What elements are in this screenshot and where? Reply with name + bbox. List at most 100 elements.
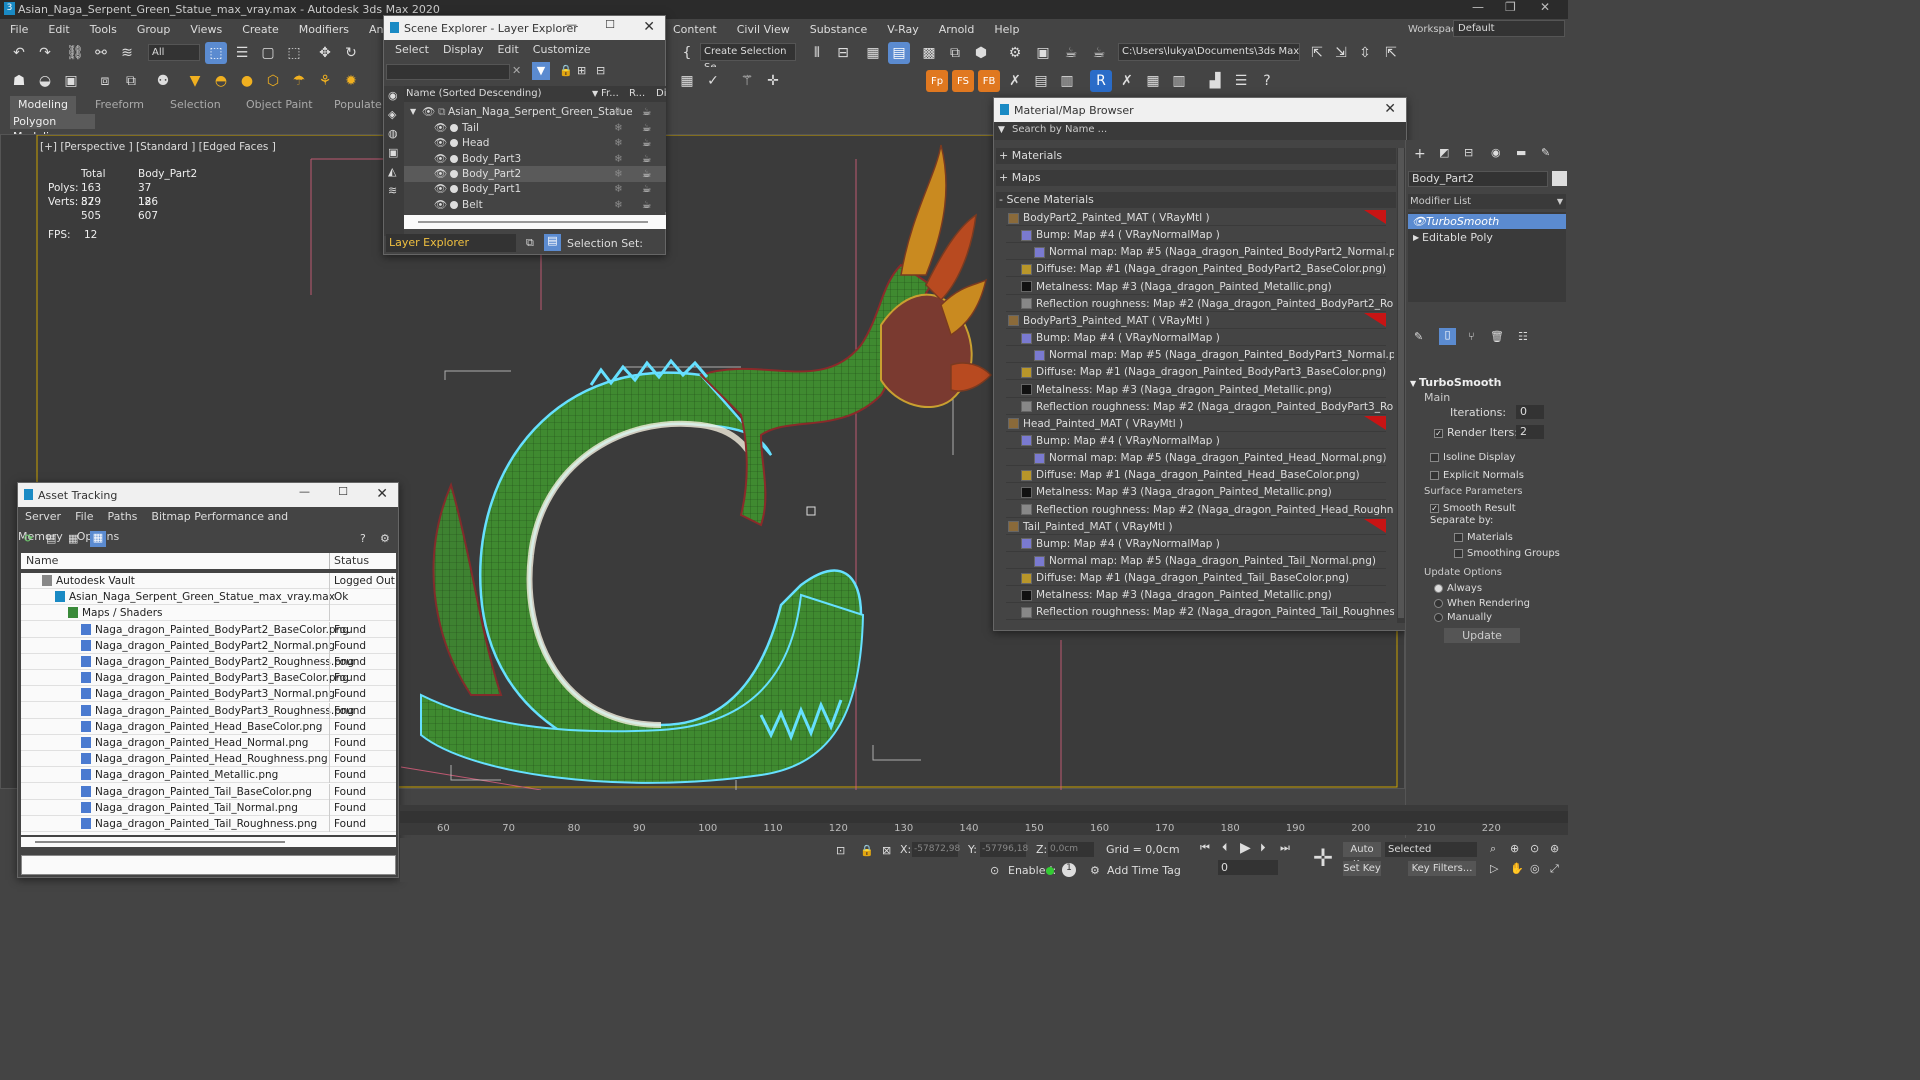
tab-object-paint[interactable]: Object Paint [246,98,313,111]
scene-explorer-titlebar[interactable]: Scene Explorer - Layer Explorer — ☐ ✕ [384,16,665,40]
chart-icon[interactable]: ▟ [1204,70,1226,92]
play-icon[interactable]: ▶ [1240,840,1251,856]
remove-modifier-icon[interactable]: 🗑 [1490,330,1504,343]
panel-icon[interactable]: ▥ [1056,70,1078,92]
panel2-icon[interactable]: ▥ [1168,70,1190,92]
x-coord-field[interactable]: -57872,98 [912,842,960,857]
help-icon[interactable]: ? [1256,70,1278,92]
render-icon[interactable]: ☕ [642,104,651,120]
object-icon[interactable]: ▣ [60,70,82,92]
freeze-icon[interactable]: ❄ [614,181,623,197]
asset-row[interactable]: Naga_dragon_Painted_BodyPart2_Normal.png… [21,637,396,654]
always-radio[interactable]: Always [1434,581,1482,594]
menu-tools[interactable]: Tools [80,23,127,36]
settings-icon[interactable]: ⚙ [380,532,390,545]
materials-checkbox[interactable]: Materials [1454,530,1513,543]
select-object-icon[interactable]: ⬚ [205,42,227,64]
asset-row[interactable]: Naga_dragon_Painted_BodyPart2_Roughness.… [21,654,396,670]
goto-end-icon[interactable]: ⏭ [1280,841,1290,855]
render-icon[interactable]: ☕ [642,197,651,213]
col-renderable[interactable]: R... [629,86,645,102]
hierarchy-icon[interactable]: ⊞ [577,64,586,77]
map-row[interactable]: Bump: Map #4 ( VRayNormalMap ) [1006,227,1386,244]
group-scene-materials[interactable]: - Scene Materials [996,192,1396,208]
asset-hscroll[interactable] [21,837,396,847]
material-search-bar[interactable]: ▼ Search by Name ... [994,122,1406,140]
project-path-dropdown[interactable]: C:\Users\lukya\Documents\3ds Max 2022 [1118,43,1300,61]
time-tag-icon[interactable]: ⚙ [1090,864,1100,877]
ies-light-icon[interactable]: ⚘ [314,70,336,92]
orbit-icon[interactable]: ◎ [1530,862,1540,875]
tab-selection[interactable]: Selection [170,98,221,111]
at-menu-paths[interactable]: Paths [101,510,145,523]
plus-icon[interactable]: ✛ [762,70,784,92]
freeze-icon[interactable]: ❄ [614,135,623,151]
sun-half-icon[interactable]: ◓ [210,70,232,92]
unlink-icon[interactable]: ⚯ [90,42,112,64]
minimize-icon[interactable]: — [566,18,577,31]
map-row[interactable]: Normal map: Map #5 (Naga_dragon_Painted_… [1006,553,1386,569]
fb-icon[interactable]: FB [978,70,1000,92]
material-editor-icon[interactable]: ⬢ [970,42,992,64]
eye-icon[interactable]: 👁 [434,181,447,197]
container-icon[interactable]: ⧈ [94,70,116,92]
layers-icon[interactable]: ⧉ [526,236,534,250]
lock-icon[interactable]: 🔒 [559,64,573,77]
archive-icon[interactable]: ⇱ [1380,42,1402,64]
map-row[interactable]: Bump: Map #4 ( VRayNormalMap ) [1006,536,1386,552]
freeze-icon[interactable]: ❄ [614,120,623,136]
col-name[interactable]: Name [26,553,58,569]
cross-tools-icon[interactable]: ✗ [1116,70,1138,92]
map-row[interactable]: Normal map: Map #5 (Naga_dragon_Painted_… [1006,450,1386,467]
menu-substance[interactable]: Substance [800,23,878,36]
display-tab-icon[interactable]: ▬ [1516,146,1526,159]
mirror-icon[interactable]: ⫴ [806,42,828,64]
menu-civil-view[interactable]: Civil View [727,23,800,36]
display-none-icon[interactable]: ◉ [388,89,398,102]
material-row[interactable]: Head_Painted_MAT ( VRayMtl ) [1006,415,1386,432]
selection-set-icon[interactable]: ▤ [544,234,561,251]
isoline-checkbox[interactable]: Isoline Display [1430,450,1515,463]
render-icon[interactable]: ☕ [642,151,651,167]
zoom-extents-all-icon[interactable]: ⊛ [1550,842,1559,855]
turbosmooth-rollout[interactable]: ▼ TurboSmooth [1410,376,1566,390]
bind-spacewarp-icon[interactable]: ≋ [116,42,138,64]
col-frozen[interactable]: Fr... [601,86,619,102]
render-icon[interactable]: ☕ [1060,42,1082,64]
fs-icon[interactable]: FS [952,70,974,92]
window-crossing-icon[interactable]: ⬚ [283,42,305,64]
tools-icon[interactable]: ✗ [1004,70,1026,92]
maximize-icon[interactable]: ☐ [605,18,615,31]
scene-explorer-icon[interactable]: ▤ [888,42,910,64]
spot-light-icon[interactable]: ☂ [288,70,310,92]
map-row[interactable]: Reflection roughness: Map #2 (Naga_drago… [1006,296,1394,312]
tree-item[interactable]: 👁 Head ❄ ☕ [404,135,666,151]
menu-edit[interactable]: Edit [38,23,79,36]
maximize-icon[interactable]: ☐ [338,485,348,498]
pin-stack-icon[interactable]: ✎ [1414,330,1423,343]
project-folder-icon[interactable]: ⇱ [1306,42,1328,64]
map-row[interactable]: Metalness: Map #3 (Naga_dragon_Painted_M… [1006,382,1386,398]
menu-arnold[interactable]: Arnold [929,23,985,36]
se-menu-edit[interactable]: Edit [490,43,525,56]
list-icon[interactable]: ☰ [1230,70,1252,92]
clear-search-icon[interactable]: ✕ [512,64,521,77]
render-production-icon[interactable]: ☕ [1088,42,1110,64]
fov-icon[interactable]: ▷ [1490,862,1498,875]
render-icon[interactable]: ☕ [642,135,651,151]
freeze-icon[interactable]: ❄ [614,166,623,182]
filter-icon[interactable]: ▼ [532,62,550,80]
dome-light-icon[interactable]: ⬡ [262,70,284,92]
selected-dropdown[interactable]: Selected [1385,842,1477,857]
viewport-label[interactable]: [+] [Perspective ] [Standard ] [Edged Fa… [40,141,276,153]
search-options-icon[interactable]: ▼ [998,125,1005,135]
close-icon[interactable]: ✕ [1384,101,1396,117]
scene-explorer-search[interactable] [386,64,510,80]
map-row[interactable]: Normal map: Map #5 (Naga_dragon_Painted_… [1006,347,1394,364]
menu-create[interactable]: Create [232,23,289,36]
asset-row[interactable]: Naga_dragon_Painted_Tail_BaseColor.png Fo… [21,783,396,800]
col-display[interactable]: Di [656,86,666,102]
undo-icon[interactable]: ↶ [8,42,30,64]
eye-icon[interactable]: 👁 [1412,214,1426,229]
layer-tree-icon[interactable]: ⊟ [596,64,605,77]
